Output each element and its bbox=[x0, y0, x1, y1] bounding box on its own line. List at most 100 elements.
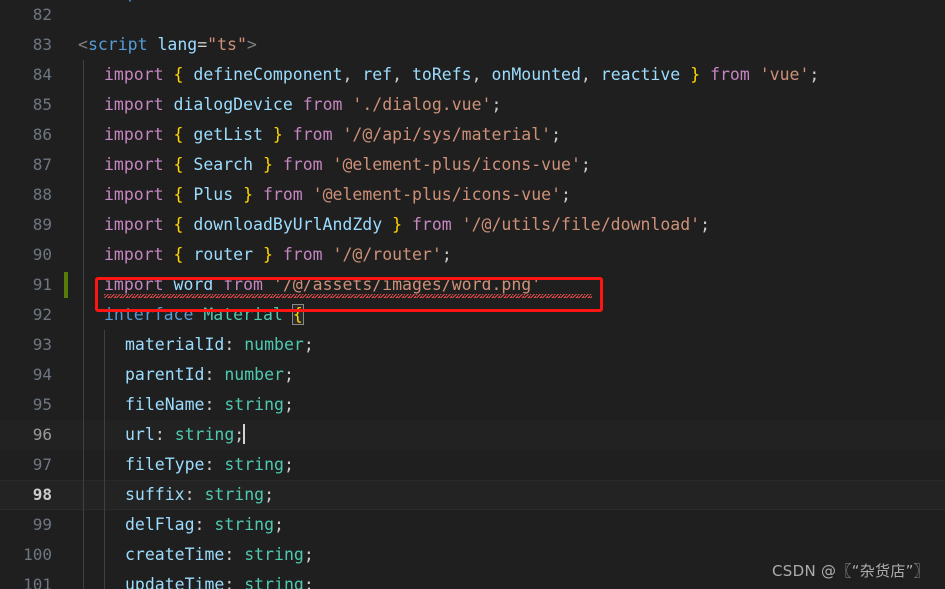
indent-guide bbox=[83, 480, 84, 510]
code-line-82[interactable]: 82 bbox=[0, 0, 945, 30]
token-import: import bbox=[104, 65, 164, 84]
token-colon: : bbox=[224, 335, 235, 354]
token-createTime: createTime bbox=[125, 545, 225, 564]
token-colon: : bbox=[204, 365, 215, 384]
token-import: import bbox=[104, 275, 164, 294]
token-import: import bbox=[104, 155, 164, 174]
line-number-91: 91 bbox=[32, 275, 52, 294]
line-number-97: 97 bbox=[32, 455, 52, 474]
token-suffix: suffix bbox=[125, 485, 185, 504]
code-line-95[interactable]: 95 fileName: string; bbox=[0, 390, 945, 420]
token-string: string bbox=[224, 395, 284, 414]
token-number: number bbox=[224, 365, 284, 384]
token-defineComponent: defineComponent bbox=[193, 65, 343, 84]
token-Search: Search bbox=[193, 155, 254, 174]
indent-guide bbox=[83, 210, 84, 240]
token-router: router bbox=[193, 245, 254, 264]
indent-guide bbox=[83, 90, 84, 120]
token-semi: ; bbox=[264, 485, 275, 504]
token-updateTime: updateTime bbox=[125, 575, 225, 589]
line-number-90: 90 bbox=[32, 245, 52, 264]
code-text-92: interface Material { bbox=[104, 300, 304, 330]
indent-guide bbox=[83, 510, 84, 540]
token-ref: ref bbox=[362, 65, 393, 84]
token-comma: , bbox=[580, 65, 591, 84]
code-line-83[interactable]: 83 <script lang="ts"> bbox=[0, 30, 945, 60]
code-line-98[interactable]: 98 suffix: string; bbox=[0, 480, 945, 510]
code-line-96[interactable]: 96 url: string; bbox=[0, 420, 945, 450]
token-colon: : bbox=[184, 485, 195, 504]
indent-guide bbox=[104, 450, 105, 480]
code-text-89: import { downloadByUrlAndZdy } from '/@/… bbox=[104, 210, 710, 240]
indent-guide bbox=[104, 510, 105, 540]
line-number-101: 101 bbox=[23, 575, 52, 589]
token-brace-close: } bbox=[262, 155, 273, 174]
token-materialId: materialId bbox=[125, 335, 225, 354]
indent-guide bbox=[83, 360, 84, 390]
token-script: script bbox=[87, 35, 148, 54]
code-line-91[interactable]: 91 import word from '/@/assets/images/wo… bbox=[0, 270, 945, 300]
text-cursor bbox=[243, 424, 246, 444]
indent-guide bbox=[83, 300, 84, 330]
code-line-99[interactable]: 99 delFlag: string; bbox=[0, 510, 945, 540]
code-line-92[interactable]: 92 interface Material { bbox=[0, 300, 945, 330]
token-import: import bbox=[104, 95, 164, 114]
indent-guide bbox=[104, 540, 105, 570]
code-line-86[interactable]: 86 import { getList } from '/@/api/sys/m… bbox=[0, 120, 945, 150]
indent-guide bbox=[104, 420, 105, 450]
token-string: string bbox=[244, 575, 304, 589]
code-line-85[interactable]: 85 import dialogDevice from './dialog.vu… bbox=[0, 90, 945, 120]
csdn-watermark: CSDN @〖“杂货店”〗 bbox=[772, 562, 929, 580]
token-str-material-api: '/@/api/sys/material' bbox=[342, 125, 552, 144]
code-line-94[interactable]: 94 parentId: number; bbox=[0, 360, 945, 390]
indent-guide bbox=[83, 450, 84, 480]
indent-guide bbox=[83, 150, 84, 180]
code-text-87: import { Search } from '@element-plus/ic… bbox=[104, 150, 591, 180]
token-downloadByUrlAndZdy: downloadByUrlAndZdy bbox=[193, 215, 383, 234]
token-dialogDevice: dialogDevice bbox=[173, 95, 293, 114]
code-editor[interactable]: 81 </template> 82 83 <script lang="ts"> … bbox=[0, 0, 945, 589]
token-semi: ; bbox=[303, 335, 314, 354]
code-text-96: url: string; bbox=[125, 420, 246, 450]
token-semi: ; bbox=[274, 515, 284, 534]
code-text-90: import { router } from '/@/router'; bbox=[104, 240, 452, 270]
token-semi: ; bbox=[303, 545, 314, 564]
token-word: word bbox=[173, 275, 214, 294]
token-semi: ; bbox=[561, 185, 571, 204]
token-brace-open: { bbox=[173, 215, 184, 234]
indent-guide bbox=[83, 330, 84, 360]
token-brace-close: } bbox=[392, 215, 403, 234]
token-string: string bbox=[214, 515, 275, 534]
token-interface: interface bbox=[104, 305, 194, 324]
token-fileName: fileName bbox=[125, 395, 205, 414]
token-from: from bbox=[302, 95, 343, 114]
code-line-90[interactable]: 90 import { router } from '/@/router'; bbox=[0, 240, 945, 270]
token-str-icons-vue: '@element-plus/icons-vue' bbox=[312, 185, 562, 204]
line-number-96: 96 bbox=[32, 425, 52, 444]
indent-guide bbox=[83, 540, 84, 570]
token-comma: , bbox=[392, 65, 403, 84]
token-reactive: reactive bbox=[600, 65, 681, 84]
token-Plus: Plus bbox=[193, 185, 234, 204]
token-onMounted: onMounted bbox=[491, 65, 581, 84]
token-eq: = bbox=[197, 35, 208, 54]
code-line-97[interactable]: 97 fileType: string; bbox=[0, 450, 945, 480]
token-from: from bbox=[292, 125, 333, 144]
indent-guide bbox=[83, 180, 84, 210]
token-colon: : bbox=[204, 455, 215, 474]
token-colon: : bbox=[204, 395, 215, 414]
code-line-87[interactable]: 87 import { Search } from '@element-plus… bbox=[0, 150, 945, 180]
token-semi: ; bbox=[551, 125, 562, 144]
token-brace-close: } bbox=[690, 65, 701, 84]
code-lines-container[interactable]: 82 83 <script lang="ts"> 84 import { def… bbox=[0, 0, 945, 589]
token-brace-close: } bbox=[272, 125, 283, 144]
token-colon: : bbox=[224, 575, 235, 589]
code-line-89[interactable]: 89 import { downloadByUrlAndZdy } from '… bbox=[0, 210, 945, 240]
indent-guide bbox=[83, 60, 84, 90]
line-number-92: 92 bbox=[32, 305, 52, 324]
code-text-100: createTime: string; bbox=[125, 540, 314, 570]
code-line-93[interactable]: 93 materialId: number; bbox=[0, 330, 945, 360]
token-import: import bbox=[104, 185, 164, 204]
code-line-84[interactable]: 84 import { defineComponent, ref, toRefs… bbox=[0, 60, 945, 90]
code-line-88[interactable]: 88 import { Plus } from '@element-plus/i… bbox=[0, 180, 945, 210]
